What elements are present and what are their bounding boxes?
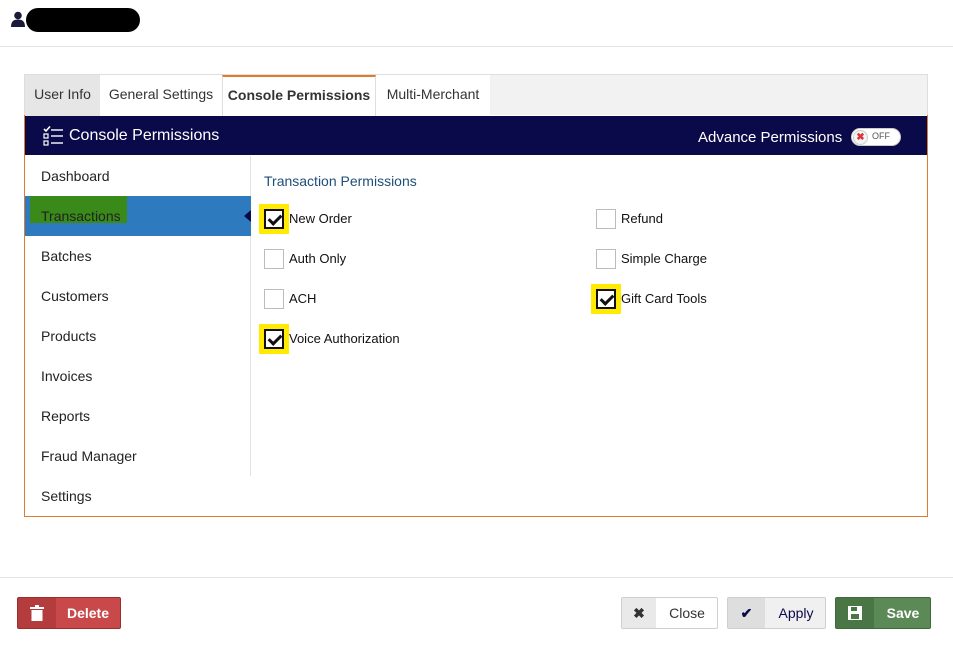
close-label: Close [669,605,705,621]
checkbox[interactable] [264,249,284,269]
sidebar-item-batches[interactable]: Batches [25,236,251,276]
active-caret-icon [244,210,251,222]
check-icon: ✔ [728,598,765,628]
delete-label: Delete [66,605,110,621]
floppy-disk-icon [836,598,874,628]
close-icon: ✖ [622,598,656,628]
sidebar-item-dashboard[interactable]: Dashboard [25,156,251,196]
perm-label: Simple Charge [621,251,707,266]
perm-label: ACH [289,291,317,306]
checkbox[interactable] [596,289,616,309]
checkbox[interactable] [596,249,616,269]
checkbox[interactable] [264,209,284,229]
save-button[interactable]: Save [835,597,931,629]
perm-label: Voice Authorization [289,331,400,346]
sidebar-item-transactions[interactable]: Transactions [25,196,251,236]
section-title: Transaction Permissions [264,173,417,189]
delete-button[interactable]: Delete [17,597,121,629]
sidebar-item-label: Reports [41,408,91,424]
sidebar-item-label: Transactions [41,208,121,224]
sidebar-item-label: Batches [41,248,92,264]
save-label: Save [886,605,920,621]
x-icon: ✖ [853,130,868,145]
sidebar-item-settings[interactable]: Settings [25,476,251,516]
checklist-icon [43,126,63,146]
tab-console-permissions[interactable]: Console Permissions [222,75,376,116]
perm-label: Gift Card Tools [621,291,707,306]
sidebar-item-label: Products [41,328,97,344]
sidebar-item-label: Dashboard [41,168,110,184]
apply-button[interactable]: ✔ Apply [727,597,826,629]
tab-bar: User Info General Settings Console Permi… [24,74,928,116]
top-bar [0,0,953,47]
sidebar-item-invoices[interactable]: Invoices [25,356,251,396]
checkbox[interactable] [264,329,284,349]
sidebar-item-label: Fraud Manager [41,448,137,464]
tab-multi-merchant[interactable]: Multi-Merchant [376,75,490,116]
user-icon [11,11,25,27]
sidebar-item-label: Invoices [41,368,93,384]
trash-icon [18,598,56,628]
toggle-state-label: OFF [872,131,890,141]
advance-permissions-toggle[interactable]: ✖ OFF [851,128,901,146]
apply-label: Apply [778,605,814,621]
close-button[interactable]: ✖ Close [621,597,718,629]
sidebar-item-fraud-manager[interactable]: Fraud Manager [25,436,251,476]
user-name-redacted [26,8,140,32]
sidebar-item-products[interactable]: Products [25,316,251,356]
sidebar-item-label: Customers [41,288,109,304]
console-permissions-header: Console Permissions Advance Permissions … [25,116,927,155]
perm-label: New Order [289,211,352,226]
checkbox[interactable] [264,289,284,309]
advance-permissions-label: Advance Permissions [698,129,843,146]
tab-user-info[interactable]: User Info [25,75,100,116]
sidebar-item-label: Settings [41,488,92,504]
checkbox[interactable] [596,209,616,229]
perm-label: Auth Only [289,251,347,266]
perm-label: Refund [621,211,663,226]
sidebar-item-customers[interactable]: Customers [25,276,251,316]
sidebar-item-reports[interactable]: Reports [25,396,251,436]
tab-general-settings[interactable]: General Settings [100,75,222,116]
panel-title: Console Permissions [69,127,220,144]
permissions-sidebar: Dashboard Transactions Batches Customers… [25,156,251,476]
